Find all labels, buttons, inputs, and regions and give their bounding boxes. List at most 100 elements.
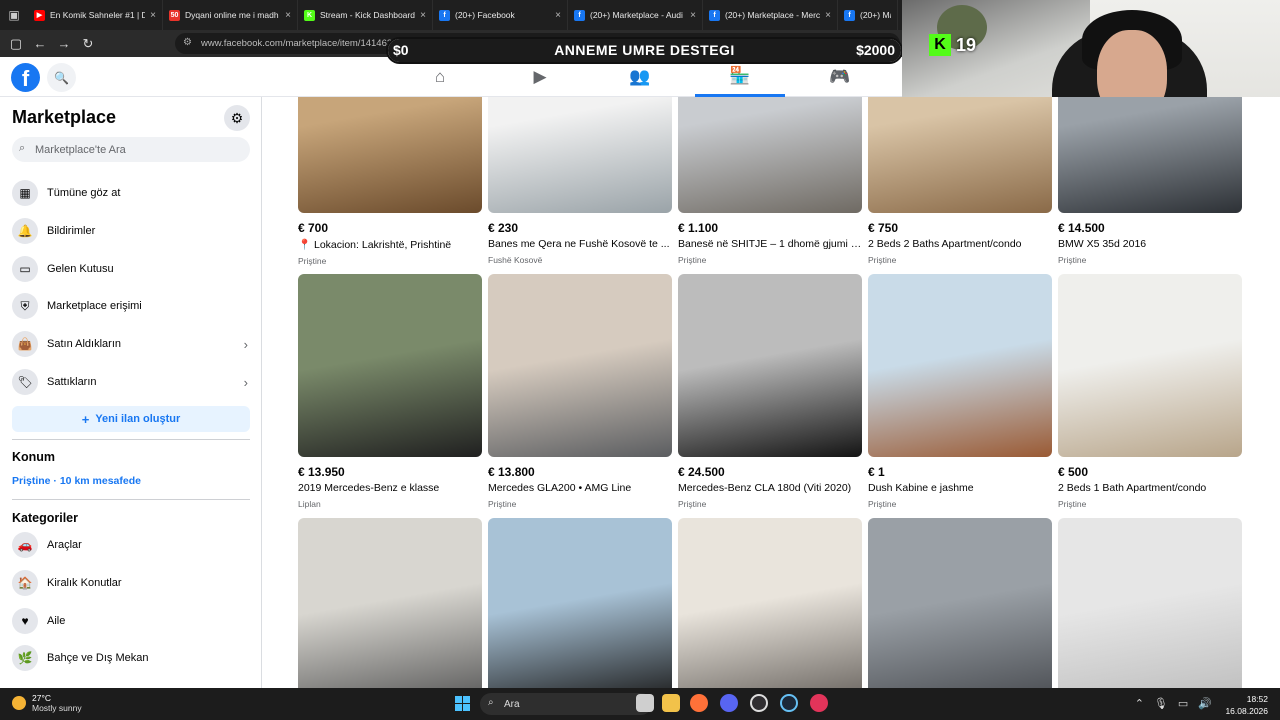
- search-icon[interactable]: 🔍: [47, 63, 76, 92]
- marketplace-sidebar: Marketplace ⚙ ⌕ Marketplace'te Ara ▦ Tümü…: [0, 97, 262, 688]
- network-icon[interactable]: ▭: [1178, 697, 1188, 710]
- sidebar-item[interactable]: 👜 Satın Aldıkların ›: [12, 328, 250, 360]
- file-explorer-icon[interactable]: [662, 694, 680, 712]
- listing-photo[interactable]: [488, 274, 672, 457]
- sidebar-item[interactable]: ▭ Gelen Kutusu: [12, 253, 250, 285]
- listing-card[interactable]: € 1.100 Banesë në SHITJE – 1 dhomë gjumi…: [678, 97, 862, 265]
- listing-card[interactable]: € 500 2 Beds 1 Bath Apartment/condo Priş…: [1058, 274, 1242, 509]
- chevron-right-icon: ›: [243, 374, 248, 390]
- browser-tab[interactable]: f (20+) Marketplace - Audi q ×: [568, 0, 703, 30]
- listing-photo[interactable]: [868, 97, 1052, 213]
- page-title: Marketplace: [12, 107, 117, 127]
- taskbar-search[interactable]: ⌕ Ara: [480, 693, 652, 715]
- garden-icon: 🌿: [12, 645, 38, 672]
- create-listing-button[interactable]: + Yeni ilan oluştur: [12, 406, 250, 432]
- steam-icon[interactable]: [780, 694, 798, 712]
- marketplace-search-input[interactable]: ⌕ Marketplace'te Ara: [12, 137, 250, 162]
- listing-card[interactable]: € 13.800 Mercedes GLA200 • AMG Line Priş…: [488, 274, 672, 509]
- weather-widget[interactable]: 27°C Mostly sunny: [12, 693, 82, 713]
- listing-card[interactable]: € 700 📍 Lokacion: Lakrishtë, Prishtinë P…: [298, 97, 482, 266]
- microphone-icon[interactable]: 🎙: [1154, 697, 1168, 710]
- close-icon[interactable]: ×: [825, 10, 831, 21]
- site-info-icon[interactable]: ⚙: [183, 37, 192, 48]
- browser-tab[interactable]: f (20+) Marke: [838, 0, 898, 30]
- task-view-icon[interactable]: [636, 694, 654, 712]
- forward-icon[interactable]: →: [52, 30, 76, 57]
- listing-title: Dush Kabine e jashme: [868, 482, 974, 494]
- listing-photo[interactable]: [868, 518, 1052, 688]
- sidebar-item[interactable]: ▦ Tümüne göz at: [12, 177, 250, 209]
- browser-tab[interactable]: ▶ En Komik Sahneler #1 | Dün ×: [28, 0, 163, 30]
- tab-favicon-icon: f: [844, 9, 855, 21]
- close-icon[interactable]: ×: [555, 10, 561, 21]
- category-item[interactable]: ♥ Aile: [12, 605, 250, 637]
- tab-actions-icon[interactable]: ▣: [0, 0, 28, 30]
- divider: [12, 439, 250, 440]
- obs-icon[interactable]: [750, 694, 768, 712]
- listing-photo[interactable]: [298, 274, 482, 457]
- sidebar-item[interactable]: ⛨ Marketplace erişimi: [12, 290, 250, 322]
- listing-photo[interactable]: [1058, 518, 1242, 688]
- listing-photo[interactable]: [488, 518, 672, 688]
- tab-favicon-icon: 50: [169, 9, 180, 21]
- listing-card[interactable]: [488, 518, 672, 688]
- listing-title: Banes me Qera ne Fushë Kosovë te ...: [488, 238, 670, 250]
- listing-photo[interactable]: [1058, 274, 1242, 457]
- clock[interactable]: 18:52 16.08.2026: [1225, 693, 1268, 717]
- listing-title: Banesë në SHITJE – 1 dhomë gjumi –...: [678, 238, 862, 250]
- facebook-logo[interactable]: f: [11, 63, 40, 92]
- listing-title: 2 Beds 1 Bath Apartment/condo: [1058, 482, 1207, 494]
- listing-card[interactable]: € 1 Dush Kabine e jashme Priştine: [868, 274, 1052, 509]
- tab-favicon-icon: f: [574, 9, 585, 21]
- firefox-icon[interactable]: [690, 694, 708, 712]
- listing-photo[interactable]: [678, 518, 862, 688]
- listing-card[interactable]: € 14.500 BMW X5 35d 2016 Priştine: [1058, 97, 1242, 265]
- close-icon[interactable]: ×: [150, 10, 156, 21]
- browser-tab[interactable]: 50 Dyqani online me i madh p ×: [163, 0, 298, 30]
- category-item[interactable]: 🚗 Araçlar: [12, 529, 250, 561]
- listing-card[interactable]: [1058, 518, 1242, 688]
- listing-photo[interactable]: [488, 97, 672, 213]
- start-button[interactable]: [455, 696, 470, 711]
- sidebar-item[interactable]: 🏷 Sattıkların ›: [12, 366, 250, 398]
- listing-card[interactable]: € 24.500 Mercedes-Benz CLA 180d (Viti 20…: [678, 274, 862, 509]
- category-item[interactable]: 🌿 Bahçe ve Dış Mekan: [12, 642, 250, 674]
- browser-tab[interactable]: K Stream - Kick Dashboard ×: [298, 0, 433, 30]
- listing-card[interactable]: [868, 518, 1052, 688]
- chevron-right-icon: ›: [243, 336, 248, 352]
- browser-app-icon[interactable]: [810, 694, 828, 712]
- workspaces-icon[interactable]: ▢: [4, 30, 28, 57]
- close-icon[interactable]: ×: [690, 10, 696, 21]
- listing-price: € 13.800: [488, 465, 535, 479]
- listing-location: Priştine: [868, 499, 897, 509]
- listing-card[interactable]: [678, 518, 862, 688]
- listing-photo[interactable]: [1058, 97, 1242, 213]
- chevron-up-icon[interactable]: ⌃: [1135, 697, 1144, 710]
- location-heading: Konum: [12, 450, 56, 464]
- discord-icon[interactable]: [720, 694, 738, 712]
- browser-tab[interactable]: f (20+) Facebook ×: [433, 0, 568, 30]
- listing-card[interactable]: [298, 518, 482, 688]
- divider: [12, 499, 250, 500]
- listing-photo[interactable]: [868, 274, 1052, 457]
- listing-card[interactable]: € 230 Banes me Qera ne Fushë Kosovë te .…: [488, 97, 672, 265]
- close-icon[interactable]: ×: [420, 10, 426, 21]
- volume-icon[interactable]: 🔊: [1198, 697, 1212, 710]
- listing-photo[interactable]: [298, 518, 482, 688]
- listing-card[interactable]: € 750 2 Beds 2 Baths Apartment/condo Pri…: [868, 97, 1052, 265]
- listing-photo[interactable]: [678, 97, 862, 213]
- browser-tab[interactable]: f (20+) Marketplace - Merce ×: [703, 0, 838, 30]
- sidebar-item[interactable]: 🔔 Bildirimler: [12, 215, 250, 247]
- back-icon[interactable]: ←: [28, 30, 52, 57]
- listing-photo[interactable]: [298, 97, 482, 213]
- category-item[interactable]: 🏠 Kiralık Konutlar: [12, 567, 250, 599]
- system-tray: ⌃ 🎙 ▭ 🔊: [1135, 697, 1212, 710]
- bell-icon: 🔔: [12, 217, 38, 244]
- gear-icon[interactable]: ⚙: [224, 105, 250, 131]
- close-icon[interactable]: ×: [285, 10, 291, 21]
- listing-card[interactable]: € 13.950 2019 Mercedes-Benz e klasse Lip…: [298, 274, 482, 509]
- windows-taskbar: 27°C Mostly sunny ⌕ Ara ⌃ 🎙 ▭ 🔊 18:52 16…: [0, 688, 1280, 720]
- listing-photo[interactable]: [678, 274, 862, 457]
- reload-icon[interactable]: ↻: [76, 30, 100, 57]
- location-link[interactable]: Priştine · 10 km mesafede: [12, 475, 141, 487]
